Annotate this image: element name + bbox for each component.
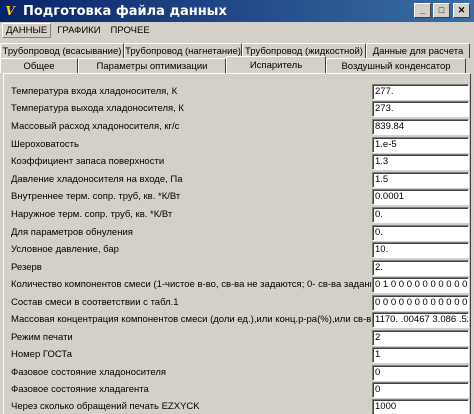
param-row: Условное давление, бар 10. (8, 242, 469, 259)
main-window: V Подготовка файла данных _ □ ✕ ДАННЫЕ Г… (0, 0, 474, 414)
param-row: Температура выхода хладоносителя, К 273. (8, 101, 469, 118)
maximize-icon: □ (438, 5, 445, 15)
title-bar[interactable]: V Подготовка файла данных _ □ ✕ (0, 0, 474, 22)
param-input[interactable]: 1.3 (372, 154, 469, 170)
minimize-icon: _ (419, 5, 425, 15)
tab-general[interactable]: Общее (0, 58, 78, 73)
param-label: Коэффициент запаса поверхности (11, 156, 165, 167)
param-row: Температура входа хладоносителя, К 277. (8, 84, 469, 101)
minimize-button[interactable]: _ (414, 3, 431, 18)
param-label: Для параметров обнуления (11, 227, 133, 238)
param-label: Через сколько обращений печать EZXYCK (11, 401, 200, 412)
param-row: Количество компонентов смеси (1-чистое в… (8, 277, 469, 294)
param-input[interactable]: 0.0001 (372, 189, 469, 205)
window-title: Подготовка файла данных (23, 3, 227, 19)
param-row: Внутреннее терм. сопр. труб, кв. *К/Вт 0… (8, 189, 469, 206)
param-row: Коэффициент запаса поверхности 1.3 (8, 154, 469, 171)
tab-evaporator[interactable]: Испаритель (226, 56, 326, 73)
tab-air-condenser[interactable]: Воздушный конденсатор (326, 58, 466, 73)
param-label: Номер ГОСТа (11, 349, 73, 360)
param-input[interactable]: 0 (372, 382, 469, 398)
tab-pipeline-suction[interactable]: Трубопровод (всасывание) (0, 43, 124, 58)
param-label: Наружное терм. сопр. труб, кв. *К/Вт (11, 209, 173, 220)
param-row: Фазовое состояние хладагента 0 (8, 382, 469, 399)
param-label: Внутреннее терм. сопр. труб, кв. *К/Вт (11, 191, 181, 202)
param-label: Режим печати (11, 332, 73, 343)
close-icon: ✕ (457, 5, 466, 15)
param-label: Температура входа хладоносителя, К (11, 86, 178, 97)
tab-pipeline-discharge[interactable]: Трубопровод (нагнетание) (124, 43, 242, 58)
param-label: Температура выхода хладоносителя, К (11, 103, 184, 114)
param-input[interactable]: 2 (372, 330, 469, 346)
param-row: Массовый расход хладоносителя, кг/с 839.… (8, 119, 469, 136)
title-buttons: _ □ ✕ (412, 3, 470, 18)
maximize-button[interactable]: □ (433, 3, 450, 18)
tab-calculation-data[interactable]: Данные для расчета (366, 43, 470, 58)
param-row: Режим печати 2 (8, 330, 469, 347)
param-row: Через сколько обращений печать EZXYCK 10… (8, 399, 469, 414)
param-input[interactable]: 1.5 (372, 172, 469, 188)
param-label: Фазовое состояние хладоносителя (11, 367, 167, 378)
param-input[interactable]: 0 (372, 365, 469, 381)
param-row: Шероховатость 1.e-5 (8, 137, 469, 154)
param-row: Номер ГОСТа 1 (8, 347, 469, 364)
param-row: Фазовое состояние хладоносителя 0 (8, 365, 469, 382)
param-label: Давление хладоносителя на входе, Па (11, 174, 183, 185)
param-row: Давление хладоносителя на входе, Па 1.5 (8, 172, 469, 189)
param-input[interactable]: 0 1 0 0 0 0 0 0 0 0 0 0 0 (372, 277, 469, 293)
menu-bar: ДАННЫЕ ГРАФИКИ ПРОЧЕЕ (0, 22, 474, 39)
tab-row-bottom: Общее Параметры оптимизации Испаритель В… (0, 56, 474, 73)
param-input[interactable]: 1 (372, 347, 469, 363)
param-label: Условное давление, бар (11, 244, 119, 255)
param-label: Фазовое состояние хладагента (11, 384, 149, 395)
param-row: Состав смеси в соответствии с табл.1 0 0… (8, 295, 469, 312)
param-input[interactable]: 1000 (372, 399, 469, 414)
tab-optimization-params[interactable]: Параметры оптимизации (78, 58, 226, 73)
param-input[interactable]: 1.e-5 (372, 137, 469, 153)
param-label: Резерв (11, 262, 42, 273)
param-row: Массовая концентрация компонентов смеси … (8, 312, 469, 329)
param-label: Количество компонентов смеси (1-чистое в… (11, 279, 371, 290)
menu-data[interactable]: ДАННЫЕ (2, 23, 52, 38)
param-input[interactable]: 0. (372, 207, 469, 223)
param-input[interactable]: 0. (372, 225, 469, 241)
param-row: Для параметров обнуления 0. (8, 225, 469, 242)
app-icon[interactable]: V (3, 4, 17, 18)
param-label: Массовая концентрация компонентов смеси … (11, 314, 371, 325)
menu-charts[interactable]: ГРАФИКИ (53, 23, 104, 38)
param-label: Состав смеси в соответствии с табл.1 (11, 297, 179, 308)
param-input[interactable]: 0 0 0 0 0 0 0 0 0 0 0 0 0 (372, 295, 469, 311)
param-input[interactable]: 10. (372, 242, 469, 258)
param-input[interactable]: 1170. .00467 3.086 .52 (372, 312, 469, 328)
param-input[interactable]: 273. (372, 101, 469, 117)
menu-other[interactable]: ПРОЧЕЕ (107, 23, 154, 38)
close-button[interactable]: ✕ (453, 3, 470, 18)
param-input[interactable]: 277. (372, 84, 469, 100)
param-label: Массовый расход хладоносителя, кг/с (11, 121, 180, 132)
param-row: Резерв 2. (8, 260, 469, 277)
param-row: Наружное терм. сопр. труб, кв. *К/Вт 0. (8, 207, 469, 224)
param-label: Шероховатость (11, 139, 79, 150)
param-input[interactable]: 839.84 (372, 119, 469, 135)
evaporator-panel: Температура входа хладоносителя, К 277. … (3, 73, 471, 414)
param-input[interactable]: 2. (372, 260, 469, 276)
